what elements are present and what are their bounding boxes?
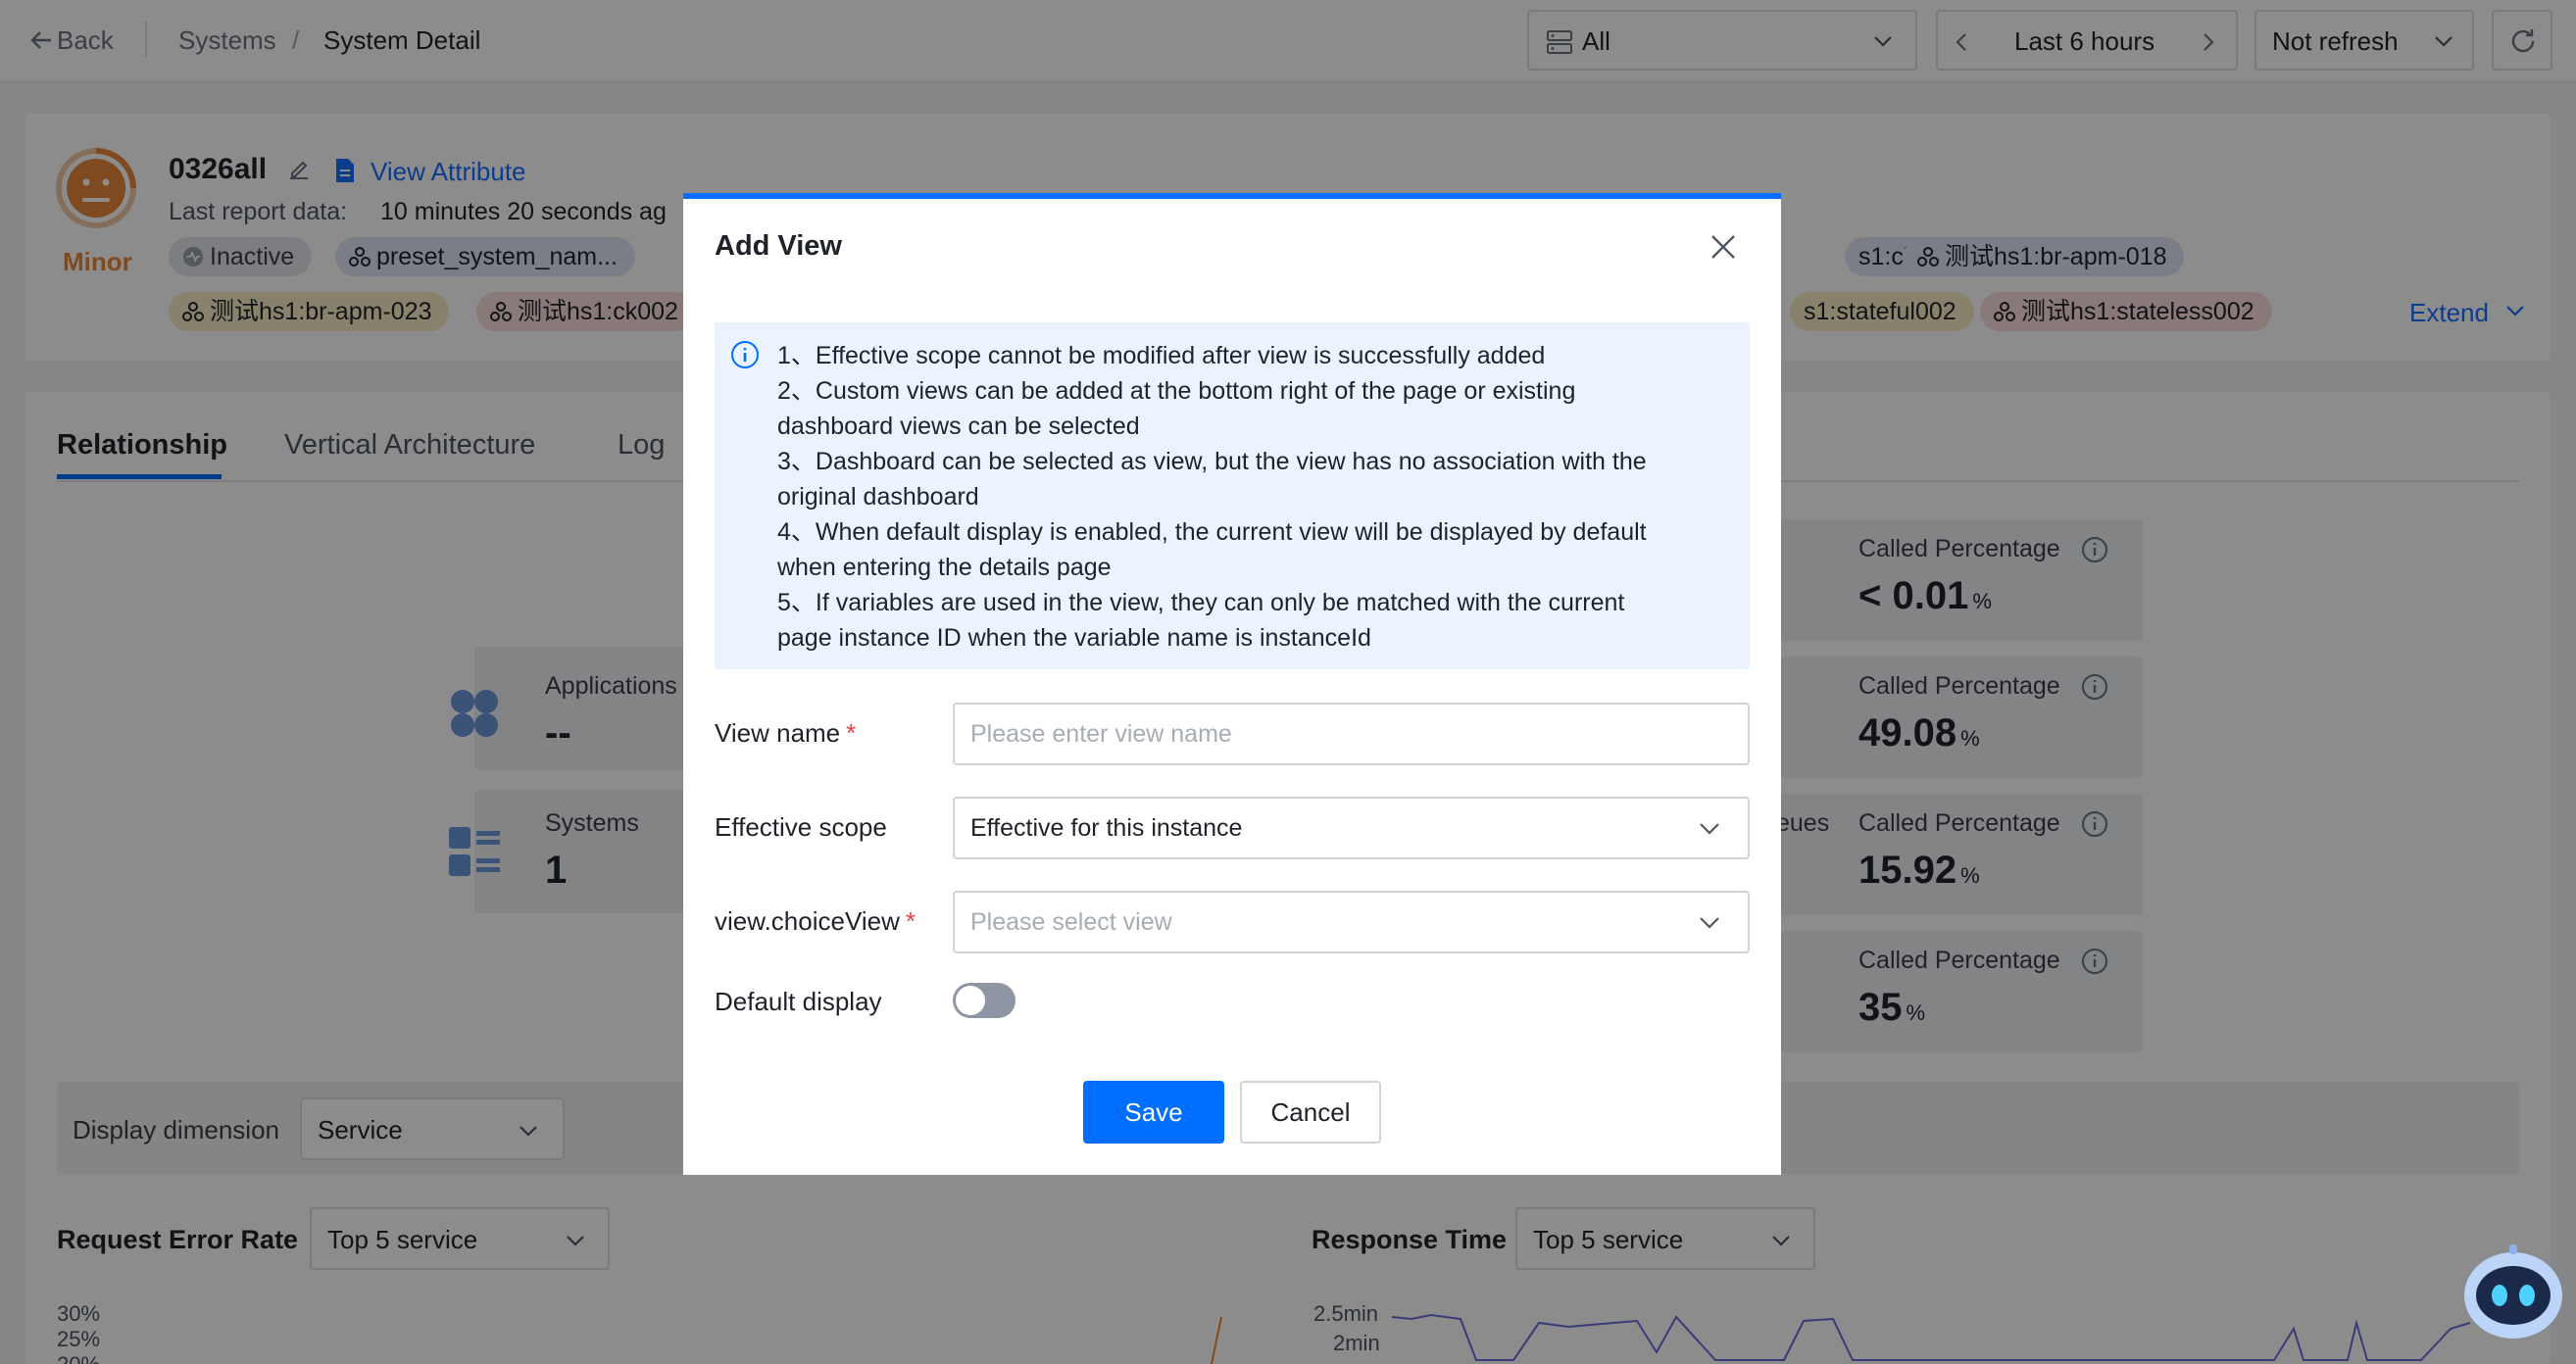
- choice-view-placeholder: Please select view: [970, 908, 1172, 936]
- default-display-label: Default display: [715, 987, 882, 1016]
- choice-view-label: view.choiceView *: [715, 906, 916, 936]
- add-view-dialog: Add View 1、Effective scope cannot be mod…: [683, 193, 1781, 1175]
- info-line: 1、Effective scope cannot be modified aft…: [777, 342, 1546, 369]
- effective-scope-label: Effective scope: [715, 812, 887, 842]
- info-notice: 1、Effective scope cannot be modified aft…: [715, 322, 1750, 669]
- effective-scope-select[interactable]: Effective for this instance: [953, 797, 1750, 859]
- cancel-button[interactable]: Cancel: [1240, 1081, 1381, 1144]
- chevron-down-icon: [1698, 820, 1721, 836]
- default-display-toggle[interactable]: [953, 983, 1016, 1018]
- assistant-robot-icon[interactable]: [2460, 1244, 2566, 1342]
- info-line: original dashboard: [777, 483, 979, 511]
- info-line: 5、If variables are used in the view, the…: [777, 589, 1625, 616]
- dialog-title: Add View: [715, 230, 842, 262]
- save-button[interactable]: Save: [1083, 1081, 1224, 1144]
- view-name-label: View name *: [715, 718, 857, 748]
- toggle-knob: [956, 986, 985, 1015]
- info-line: page instance ID when the variable name …: [777, 624, 1371, 652]
- choice-view-select[interactable]: Please select view: [953, 891, 1750, 953]
- chevron-down-icon: [1698, 914, 1721, 930]
- required-mark: *: [846, 718, 857, 748]
- info-line: 4、When default display is enabled, the c…: [777, 518, 1647, 546]
- info-line: when entering the details page: [777, 554, 1112, 581]
- info-line: 2、Custom views can be added at the botto…: [777, 377, 1576, 405]
- view-name-placeholder: Please enter view name: [970, 720, 1232, 748]
- info-line: dashboard views can be selected: [777, 413, 1140, 440]
- effective-scope-value: Effective for this instance: [970, 814, 1243, 842]
- info-line: 3、Dashboard can be selected as view, but…: [777, 448, 1647, 475]
- view-name-input[interactable]: Please enter view name: [953, 703, 1750, 765]
- required-mark: *: [905, 906, 916, 936]
- info-icon: [730, 340, 760, 369]
- close-icon[interactable]: [1709, 232, 1738, 262]
